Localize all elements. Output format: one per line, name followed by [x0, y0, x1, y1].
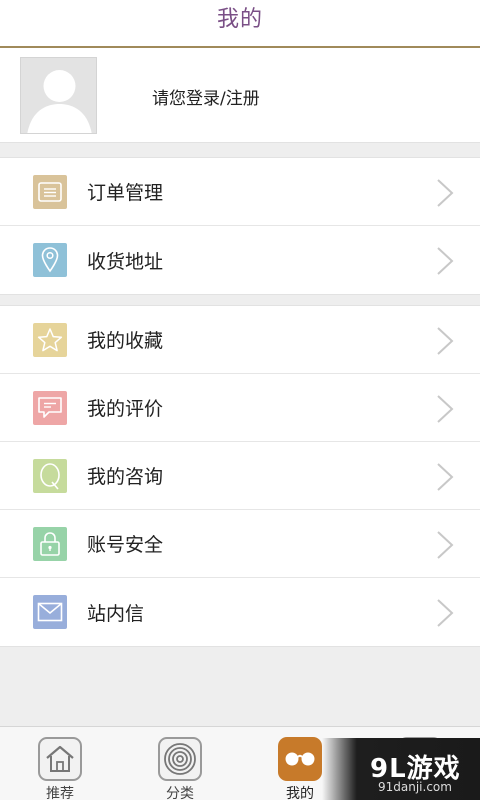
- tab-label: 分类: [166, 786, 194, 800]
- menu-item-orders[interactable]: 订单管理: [0, 158, 480, 226]
- avatar[interactable]: [20, 57, 97, 134]
- chevron-right-icon: [437, 463, 454, 491]
- menu-item-label: 账号安全: [87, 534, 164, 556]
- chevron-right-icon: [437, 179, 454, 207]
- menu-item-reviews[interactable]: 我的评价: [0, 374, 480, 442]
- menu-item-label: 收货地址: [87, 250, 164, 273]
- menu-item-favorites[interactable]: 我的收藏: [0, 306, 480, 374]
- tab-recommend[interactable]: 推荐: [0, 727, 120, 800]
- chevron-right-icon: [437, 395, 454, 423]
- avatar-placeholder-icon: [21, 58, 96, 133]
- chevron-right-icon: [437, 599, 454, 627]
- mail-icon: [33, 595, 67, 629]
- lock-icon: [33, 527, 67, 561]
- menu-item-label: 我的收藏: [87, 330, 164, 352]
- profile-section[interactable]: 请您登录/注册: [0, 48, 480, 143]
- location-pin-icon: [33, 243, 67, 277]
- menu-item-inquiries[interactable]: 我的咨询: [0, 442, 480, 510]
- menu-group-account: 我的收藏 我的评价 我的咨询 账号安全 站内信: [0, 305, 480, 647]
- home-icon: [38, 737, 82, 781]
- menu-item-label: 订单管理: [87, 182, 164, 204]
- tab-category[interactable]: 分类: [120, 727, 240, 800]
- star-icon: [33, 323, 67, 357]
- profile-glasses-icon: [278, 737, 322, 781]
- menu-item-messages[interactable]: 站内信: [0, 578, 480, 646]
- login-register-link[interactable]: 请您登录/注册: [152, 84, 260, 109]
- menu-item-address[interactable]: 收货地址: [0, 226, 480, 294]
- menu-item-label: 我的咨询: [87, 466, 164, 488]
- tab-label: 推荐: [46, 786, 74, 800]
- chevron-right-icon: [437, 531, 454, 559]
- question-icon: [33, 459, 67, 493]
- chevron-right-icon: [437, 327, 454, 355]
- order-list-icon: [33, 175, 67, 209]
- chevron-right-icon: [437, 247, 454, 275]
- category-icon: [158, 737, 202, 781]
- menu-item-label: 站内信: [87, 602, 145, 625]
- watermark-url: 91danji.com: [378, 780, 452, 794]
- menu-item-label: 我的评价: [87, 398, 164, 420]
- menu-item-account-security[interactable]: 账号安全: [0, 510, 480, 578]
- page-title: 我的: [216, 7, 263, 32]
- menu-group-orders: 订单管理 收货地址: [0, 157, 480, 295]
- comment-icon: [33, 391, 67, 425]
- app-header: 我的: [0, 0, 480, 48]
- watermark-overlay: 9L游戏 91danji.com: [322, 738, 480, 800]
